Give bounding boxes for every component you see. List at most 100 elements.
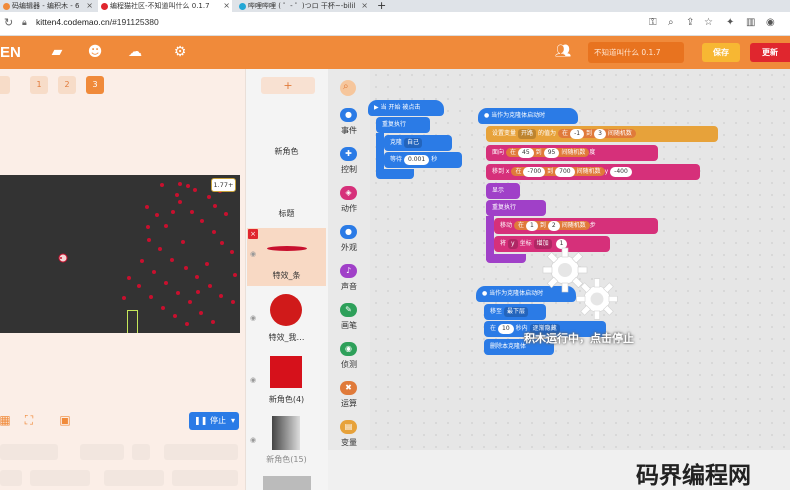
save-button[interactable]: 保存 bbox=[702, 43, 740, 62]
when-clone-start-block[interactable]: ● 当作为克隆体启动时 bbox=[478, 108, 578, 124]
number-input[interactable]: -700 bbox=[523, 166, 546, 177]
number-input[interactable]: 3 bbox=[594, 128, 606, 139]
number-input[interactable]: 1 bbox=[526, 220, 538, 231]
property-field[interactable] bbox=[132, 444, 150, 460]
random-block[interactable]: 在 -700 到 700 间随机数 bbox=[511, 166, 605, 177]
move-layer-block[interactable]: 移至 最下层 bbox=[484, 304, 546, 320]
clone-block[interactable]: 克隆 自己 bbox=[384, 135, 452, 151]
wait-input[interactable]: 0.001 bbox=[404, 154, 430, 165]
category-item[interactable]: ▤ 变量 bbox=[328, 420, 370, 454]
move-to-xy-block[interactable]: 移到 x 在 -700 到 700 间随机数 y -400 bbox=[486, 164, 700, 180]
sprite-card[interactable]: ◉ 新角色(15) bbox=[247, 412, 326, 470]
category-item[interactable]: ✎ 画笔 bbox=[328, 303, 370, 337]
scene-tab-2[interactable]: 2 bbox=[58, 76, 76, 94]
add-collaborator-icon[interactable]: 👥︎ bbox=[555, 44, 575, 60]
sprite-card[interactable]: ◉ 新角色(4) bbox=[247, 352, 326, 410]
profile-icon[interactable]: ◉ bbox=[766, 17, 775, 28]
move-steps-block[interactable]: 移动在 1 到 2 间随机数步 bbox=[494, 218, 658, 234]
stop-button[interactable]: ❚❚ 停止 ▾ bbox=[189, 412, 239, 430]
category-item[interactable]: ◉ 侦测 bbox=[328, 342, 370, 376]
number-input[interactable]: 2 bbox=[547, 220, 560, 231]
refresh-icon[interactable]: ↻ bbox=[4, 16, 13, 29]
property-field[interactable] bbox=[172, 470, 238, 486]
show-block[interactable]: 显示 bbox=[486, 183, 520, 199]
work-title-input[interactable]: 不知道叫什么 0.1.7 bbox=[588, 42, 684, 63]
wait-block[interactable]: 等待 0.001 秒 bbox=[384, 152, 462, 168]
when-start-block[interactable]: ▶ 当 开始 被点击 bbox=[368, 100, 444, 116]
sprite-card[interactable]: ◉ 特效_我… bbox=[247, 290, 326, 348]
scene-tab-3[interactable]: 3 bbox=[86, 76, 104, 94]
screenshot-icon[interactable]: ▣ bbox=[58, 413, 72, 427]
random-block[interactable]: 在 45 到 95 间随机数 bbox=[506, 147, 590, 158]
eye-icon[interactable]: ◉ bbox=[250, 436, 256, 444]
clone-target-dropdown[interactable]: 自己 bbox=[404, 137, 423, 148]
variable-dropdown[interactable]: 开路 bbox=[518, 128, 537, 139]
category-item[interactable]: ● 外观 bbox=[328, 225, 370, 259]
category-item[interactable]: ● 事件 bbox=[328, 108, 370, 142]
sprite-card[interactable]: 新角色 bbox=[247, 104, 326, 162]
key-icon[interactable]: ⚿ bbox=[649, 17, 657, 28]
block-label: 到 bbox=[539, 222, 546, 229]
fullscreen-icon[interactable]: ⛶ bbox=[22, 413, 36, 427]
sprite-card[interactable]: 标题 bbox=[247, 166, 326, 224]
close-icon[interactable]: × bbox=[223, 0, 230, 12]
set-variable-block[interactable]: 设置变量 开路 的值为在 -1 到 3 间随机数 bbox=[486, 126, 718, 142]
gear-settings-icon[interactable]: ⚙ bbox=[171, 44, 189, 60]
browser-tab-active[interactable]: 编程猫社区-不知道叫什么 0.1.7 × bbox=[98, 0, 232, 12]
eye-icon[interactable]: ◉ bbox=[250, 250, 256, 258]
property-field[interactable] bbox=[80, 444, 124, 460]
zoom-icon[interactable]: ⌕ bbox=[668, 17, 674, 28]
browser-tab[interactable]: 码编辑器 - 编积木 - 6 × bbox=[0, 0, 95, 12]
search-icon[interactable]: ⌕ bbox=[340, 80, 356, 96]
property-field[interactable] bbox=[164, 444, 238, 460]
number-input[interactable]: 700 bbox=[555, 166, 575, 177]
share-icon[interactable]: ⇪ bbox=[686, 17, 694, 28]
url-field[interactable]: kitten4.codemao.cn/#191125380 bbox=[36, 17, 159, 27]
layer-dropdown[interactable]: 最下层 bbox=[504, 306, 529, 317]
number-input[interactable]: -400 bbox=[610, 166, 632, 177]
property-field[interactable] bbox=[104, 470, 164, 486]
close-icon[interactable]: × bbox=[86, 0, 93, 12]
close-icon[interactable]: × bbox=[361, 0, 368, 12]
cloud-icon[interactable]: ☁ bbox=[126, 44, 144, 60]
axis-dropdown[interactable]: y bbox=[508, 238, 518, 249]
number-input[interactable]: -1 bbox=[570, 128, 585, 139]
category-item[interactable]: ♪ 声音 bbox=[328, 264, 370, 298]
random-block[interactable]: 在 -1 到 3 间随机数 bbox=[558, 128, 636, 139]
eye-icon[interactable]: ◉ bbox=[250, 314, 256, 322]
delete-sprite-icon[interactable]: × bbox=[248, 229, 258, 239]
browser-tab-bar: 码编辑器 - 编积木 - 6 × 编程猫社区-不知道叫什么 0.1.7 × 哔哩… bbox=[0, 0, 790, 12]
grid-icon[interactable]: ▦ bbox=[0, 413, 12, 427]
browser-tab[interactable]: 哔哩哔哩 ( ゜- ゜)つロ 干杯~-bilil × bbox=[236, 0, 370, 12]
lock-icon[interactable]: 🔒︎ bbox=[22, 18, 27, 28]
sprite-name: 标题 bbox=[278, 209, 295, 218]
category-item[interactable]: ✖ 运算 bbox=[328, 381, 370, 415]
add-sprite-button[interactable]: + bbox=[261, 77, 315, 94]
property-field[interactable] bbox=[30, 470, 90, 486]
sidebar-icon[interactable]: ▥ bbox=[746, 17, 755, 28]
number-input[interactable]: 95 bbox=[543, 147, 560, 158]
category-item[interactable]: ✚ 控制 bbox=[328, 147, 370, 181]
running-stop-hint[interactable]: 积木运行中，点击停止 bbox=[524, 330, 634, 346]
face-block[interactable]: 面向在 45 到 95 间随机数度 bbox=[486, 145, 658, 161]
star-icon[interactable]: ☆ bbox=[704, 17, 713, 28]
extensions-icon[interactable]: ✦ bbox=[726, 17, 734, 28]
eye-icon[interactable]: ◉ bbox=[250, 376, 256, 384]
folder-icon[interactable]: ▰ bbox=[48, 44, 66, 60]
sprite-card-selected[interactable]: ◉ 特效_条 bbox=[247, 228, 326, 286]
repeat-forever-block[interactable]: 重复执行 bbox=[376, 117, 430, 133]
random-block[interactable]: 在 1 到 2 间随机数 bbox=[514, 220, 590, 231]
scene-tab-prev[interactable] bbox=[0, 76, 10, 94]
category-item[interactable]: ◈ 动作 bbox=[328, 186, 370, 220]
repeat-forever-block[interactable]: 重复执行 bbox=[486, 200, 546, 216]
scene-tab-1[interactable]: 1 bbox=[30, 76, 48, 94]
number-input[interactable]: 45 bbox=[518, 147, 534, 158]
property-field[interactable] bbox=[0, 470, 22, 486]
new-tab-button[interactable]: + bbox=[377, 0, 386, 12]
user-settings-icon[interactable]: ☻ bbox=[86, 44, 104, 60]
update-button[interactable]: 更新 bbox=[750, 43, 790, 62]
stage-canvas[interactable] bbox=[0, 175, 240, 333]
chevron-down-icon[interactable]: ▾ bbox=[231, 412, 235, 430]
number-input[interactable]: 10 bbox=[498, 323, 514, 334]
property-field[interactable] bbox=[0, 444, 58, 460]
